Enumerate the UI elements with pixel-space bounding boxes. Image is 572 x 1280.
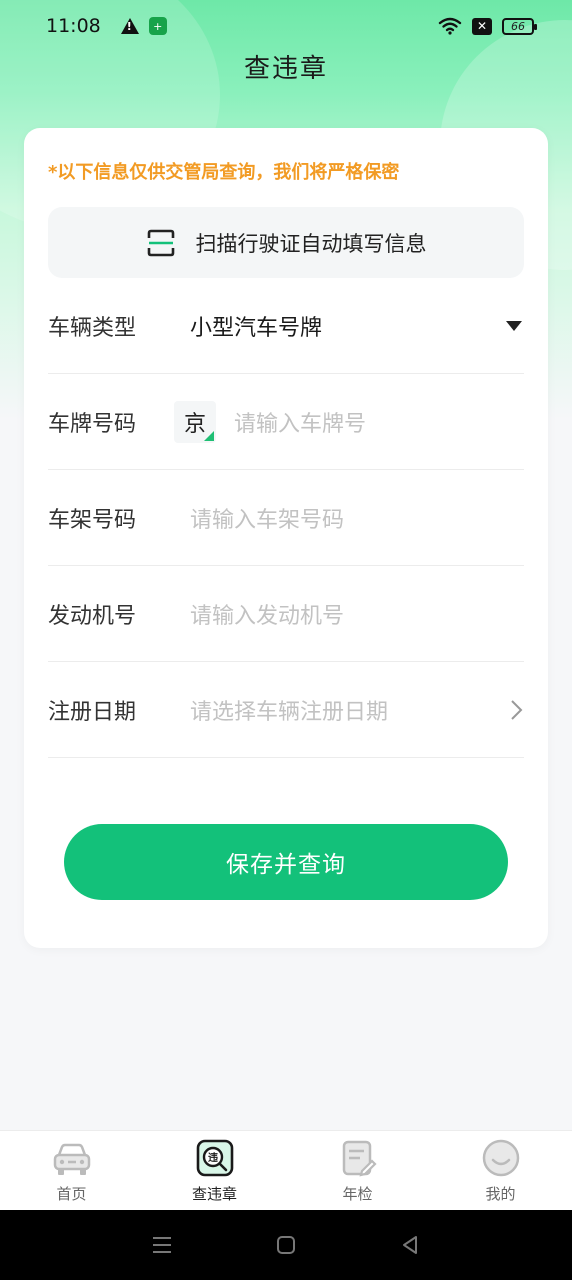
warning-icon [120, 18, 139, 34]
tab-violation-query-label: 查违章 [191, 1185, 237, 1203]
tab-profile-label: 我的 [485, 1185, 516, 1203]
scan-license-button[interactable]: 扫描行驶证自动填写信息 [48, 207, 524, 278]
home-icon[interactable] [273, 1232, 299, 1258]
shield-icon: + [148, 17, 167, 35]
vin-row: 车架号码 请输入车架号码 [48, 470, 524, 566]
tab-home-label: 首页 [56, 1185, 87, 1203]
vehicle-type-label: 车辆类型 [48, 315, 137, 341]
bottom-tab-bar: 首页 违 查违章 年检 我的 [0, 1130, 572, 1210]
dropdown-caret-icon [506, 320, 522, 331]
battery-indicator: 66 [502, 17, 537, 35]
vin-input[interactable]: 请输入车架号码 [190, 502, 524, 534]
save-and-query-button[interactable]: 保存并查询 [64, 824, 508, 900]
engine-number-row: 发动机号 请输入发动机号 [48, 566, 524, 662]
tab-profile[interactable]: 我的 [429, 1131, 572, 1210]
privacy-notice: *以下信息仅供交管局查询，我们将严格保密 [48, 162, 400, 183]
back-icon[interactable] [397, 1232, 423, 1258]
car-icon [53, 1143, 90, 1175]
plate-province-selector[interactable]: 京 [174, 400, 216, 443]
system-navigation-bar [0, 1210, 572, 1280]
vehicle-type-row[interactable]: 车辆类型 小型汽车号牌 [48, 278, 524, 374]
engine-number-input[interactable]: 请输入发动机号 [190, 598, 524, 630]
vehicle-type-value: 小型汽车号牌 [190, 315, 323, 341]
scan-icon [147, 229, 174, 256]
query-form-card: *以下信息仅供交管局查询，我们将严格保密 扫描行驶证自动填写信息 车辆类型 小型… [24, 128, 548, 948]
no-sim-icon: ✕ [472, 17, 492, 35]
chevron-right-icon [511, 699, 523, 720]
inspection-icon [342, 1140, 377, 1177]
plate-number-row: 车牌号码 京 请输入车牌号 [48, 374, 524, 470]
menu-icon[interactable] [149, 1232, 175, 1258]
tab-violation-query[interactable]: 违 查违章 [143, 1131, 286, 1210]
plate-number-label: 车牌号码 [48, 411, 137, 437]
registration-date-row[interactable]: 注册日期 请选择车辆注册日期 [48, 662, 524, 758]
profile-icon [482, 1139, 519, 1177]
registration-date-label: 注册日期 [48, 699, 137, 725]
violation-search-icon: 违 [196, 1139, 233, 1177]
page-title: 查违章 [243, 54, 328, 84]
vin-label: 车架号码 [48, 507, 137, 533]
status-time: 11:08 [46, 15, 101, 37]
wifi-icon [438, 17, 462, 35]
tab-annual-inspection[interactable]: 年检 [286, 1131, 429, 1210]
status-bar: 11:08 + ✕ 66 [0, 0, 572, 52]
plate-number-input[interactable]: 请输入车牌号 [234, 406, 524, 438]
tab-annual-inspection-label: 年检 [342, 1185, 373, 1203]
engine-number-label: 发动机号 [48, 603, 137, 629]
scan-license-label: 扫描行驶证自动填写信息 [195, 231, 427, 256]
violation-badge-text: 违 [208, 1151, 218, 1164]
registration-date-picker[interactable]: 请选择车辆注册日期 [190, 694, 508, 726]
tab-home[interactable]: 首页 [0, 1131, 143, 1210]
